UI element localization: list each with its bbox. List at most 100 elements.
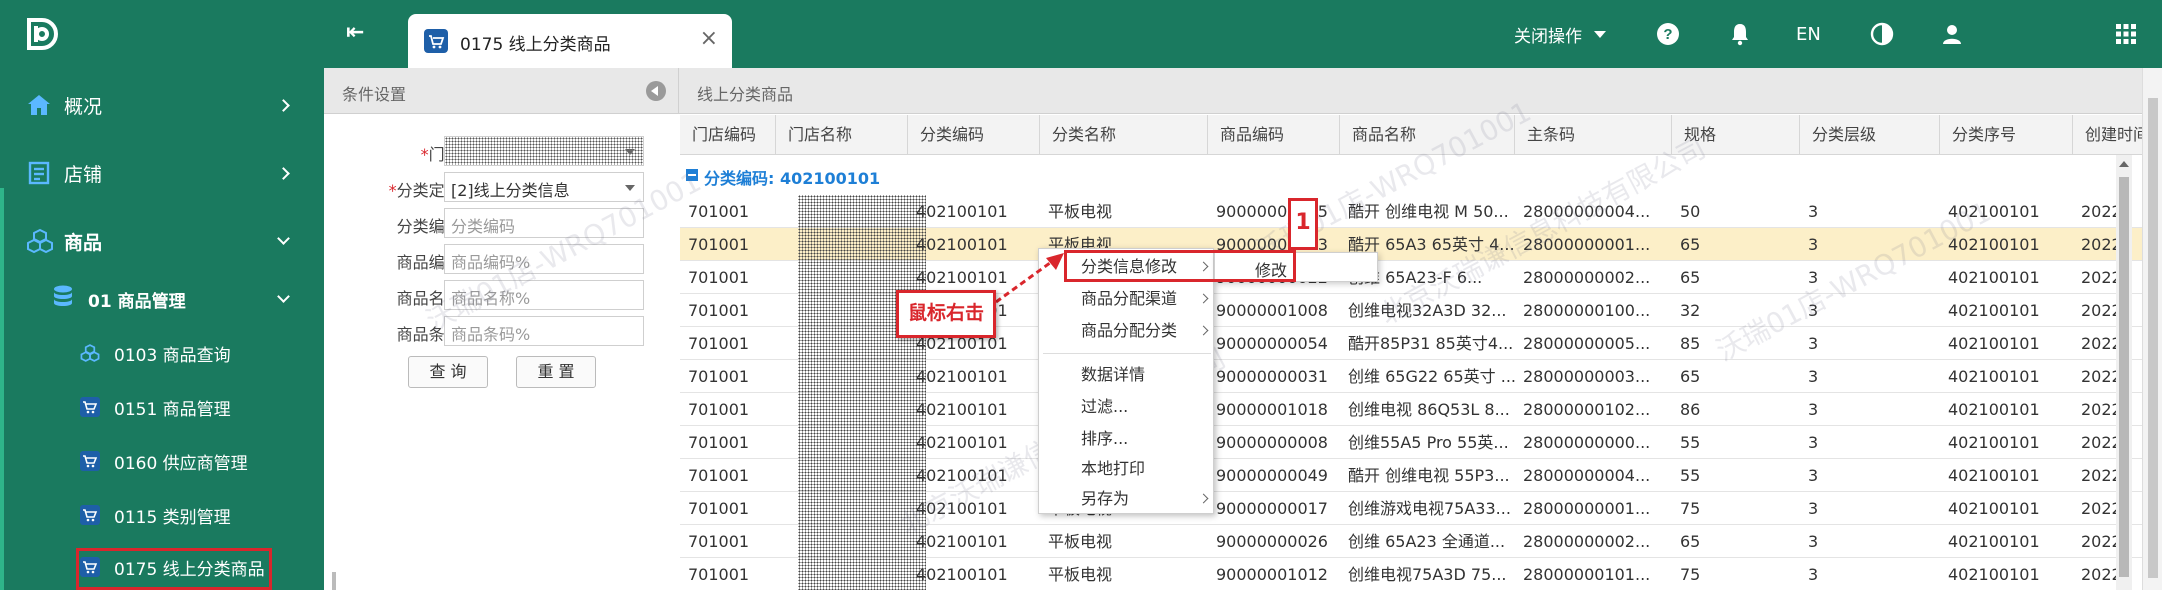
table-cell: 65 bbox=[1680, 268, 1701, 287]
table-row[interactable]: 701001402100101平板电视90000000008创维55A5 Pro… bbox=[680, 426, 2162, 459]
table-cell: 402100101 bbox=[1948, 334, 2040, 353]
column-header[interactable]: 门店编码 bbox=[680, 115, 776, 155]
column-header[interactable]: 分类名称 bbox=[1040, 115, 1208, 155]
table-cell: 701001 bbox=[688, 235, 750, 254]
menu-item-data-details[interactable]: 数据详情 bbox=[1039, 359, 1215, 391]
table-row[interactable]: 701001 402100101 平板电视 90000000013 酷开 65A3 65… bbox=[680, 228, 2162, 261]
table-cell: 28000000102... bbox=[1523, 400, 1651, 419]
sidebar-item-products[interactable]: 商品 bbox=[0, 208, 324, 274]
sidebar-leaf-0115[interactable]: 0115 类别管理 bbox=[0, 488, 324, 542]
help-icon[interactable]: ? bbox=[1656, 22, 1680, 46]
masked-store-name bbox=[798, 558, 926, 590]
table-cell: 28000000005... bbox=[1523, 334, 1651, 353]
tab-online-category[interactable]: 0175 线上分类商品 × bbox=[408, 14, 732, 68]
table-cell: 701001 bbox=[688, 268, 750, 287]
table-cell: 85 bbox=[1680, 334, 1701, 353]
catdef-select[interactable]: [2]线上分类信息 bbox=[444, 172, 644, 202]
theme-icon[interactable] bbox=[1870, 22, 1894, 46]
table-cell: 创维电视75A3D 75... bbox=[1348, 565, 1507, 584]
user-icon[interactable] bbox=[1940, 22, 1964, 46]
column-header[interactable]: 分类序号 bbox=[1940, 115, 2073, 155]
column-header[interactable]: 分类编码 bbox=[908, 115, 1040, 155]
table-cell: 3 bbox=[1808, 235, 1819, 254]
catdef-row: *分类定义: [2]线上分类信息 bbox=[324, 172, 678, 202]
chevron-down-icon bbox=[625, 185, 635, 191]
table-row[interactable]: 701001402100101平板电视90000000031创维 65G22 6… bbox=[680, 360, 2162, 393]
menu-item-filter[interactable]: 过滤... bbox=[1039, 391, 1215, 423]
scroll-up-icon[interactable] bbox=[2119, 161, 2129, 167]
grid-vscrollbar[interactable] bbox=[2116, 155, 2132, 590]
chevron-right-icon bbox=[1198, 293, 1209, 304]
menu-item-label: 商品分配渠道 bbox=[1081, 289, 1178, 308]
column-header[interactable]: 商品编码 bbox=[1208, 115, 1340, 155]
collapse-icon[interactable]: ⇤ bbox=[346, 20, 364, 45]
table-row[interactable]: 701001 402100101 平板电视 90000001012 创维电视75A3D … bbox=[680, 558, 2162, 590]
sidebar-group-product-mgmt[interactable]: 01 商品管理 bbox=[0, 272, 324, 326]
menu-item-save-as[interactable]: 另存为 bbox=[1039, 483, 1215, 515]
column-header[interactable]: 规格 bbox=[1672, 115, 1800, 155]
table-cell: 701001 bbox=[688, 334, 750, 353]
table-row[interactable]: 701001402100101平板电视90000000049酷开 创维电视 55… bbox=[680, 459, 2162, 492]
table-cell: 90000000026 bbox=[1216, 532, 1328, 551]
table-cell: 28000000001... bbox=[1523, 499, 1651, 518]
close-ops-dropdown[interactable]: 关闭操作 bbox=[1514, 0, 1606, 68]
table-cell: 3 bbox=[1808, 499, 1819, 518]
page-scrollbar[interactable] bbox=[2142, 68, 2162, 590]
scroll-thumb[interactable] bbox=[2119, 177, 2129, 577]
column-header[interactable]: 主条码 bbox=[1515, 115, 1672, 155]
table-cell: 创维 65A23 全通道... bbox=[1348, 532, 1506, 551]
group-row[interactable]: 分类编码: 402100101 bbox=[680, 155, 2162, 195]
table-cell: 平板电视 bbox=[1048, 565, 1113, 584]
sidebar-item-store[interactable]: 店铺 bbox=[0, 140, 324, 206]
prodcode-input[interactable]: 商品编码% bbox=[444, 244, 644, 274]
sidebar-leaf-0103[interactable]: 0103 商品查询 bbox=[0, 326, 324, 380]
table-row[interactable]: 701001 402100101 平板电视 90000000035 酷开 创维电视 M … bbox=[680, 195, 2162, 228]
masked-store-name bbox=[798, 492, 926, 525]
store-select[interactable] bbox=[444, 136, 644, 166]
table-cell: 平板电视 bbox=[1048, 202, 1113, 221]
sidebar-leaf-0160[interactable]: 0160 供应商管理 bbox=[0, 434, 324, 488]
table-cell: 3 bbox=[1808, 565, 1819, 584]
logo-icon[interactable] bbox=[24, 16, 60, 52]
scroll-thumb[interactable] bbox=[2148, 98, 2158, 578]
bell-icon[interactable] bbox=[1728, 22, 1752, 46]
table-row[interactable]: 701001402100101平板电视90000001018创维电视 86Q53… bbox=[680, 393, 2162, 426]
menu-item-assign-category[interactable]: 商品分配分类 bbox=[1039, 315, 1215, 347]
menu-item-local-print[interactable]: 本地打印 bbox=[1039, 453, 1215, 485]
column-header[interactable]: 分类层级 bbox=[1800, 115, 1940, 155]
table-row[interactable]: 701001402100101平板电视90000000017创维游戏电视75A3… bbox=[680, 492, 2162, 525]
form-scrollbar[interactable] bbox=[332, 572, 336, 590]
sidebar-leaf-0151[interactable]: 0151 商品管理 bbox=[0, 380, 324, 434]
cubes-icon bbox=[80, 343, 100, 363]
apps-icon[interactable] bbox=[2114, 22, 2138, 46]
table-cell: 创维55A5 Pro 55英... bbox=[1348, 433, 1509, 452]
sidebar-group-label: 01 商品管理 bbox=[88, 291, 186, 312]
menu-item-label: 商品分配分类 bbox=[1081, 321, 1178, 340]
column-header[interactable]: 门店名称 bbox=[776, 115, 908, 155]
reset-button[interactable]: 重 置 bbox=[516, 356, 596, 388]
prodname-row: 商品名称: 商品名称% bbox=[324, 280, 678, 310]
masked-store-name bbox=[798, 426, 926, 459]
query-button[interactable]: 查 询 bbox=[408, 356, 488, 388]
column-header[interactable]: 商品名称 bbox=[1340, 115, 1515, 155]
table-cell: 402100101 bbox=[916, 565, 1008, 584]
prodname-input[interactable]: 商品名称% bbox=[444, 280, 644, 310]
close-icon[interactable]: × bbox=[700, 26, 718, 51]
table-row[interactable]: 701001 402100101 平板电视 90000000026 创维 65A23 全… bbox=[680, 525, 2162, 558]
collapse-left-icon[interactable] bbox=[646, 81, 666, 101]
menu-item-sort[interactable]: 排序... bbox=[1039, 423, 1215, 455]
group-label: 分类编码: 402100101 bbox=[704, 169, 881, 188]
collapse-group-icon[interactable] bbox=[686, 169, 698, 181]
sidebar-item-overview[interactable]: 概况 bbox=[0, 72, 324, 138]
step-number-badge: 1 bbox=[1288, 198, 1318, 250]
table-cell: 平板电视 bbox=[1048, 532, 1113, 551]
barcode-input[interactable]: 商品条码% bbox=[444, 316, 644, 346]
annotation-arrow bbox=[995, 253, 1064, 304]
masked-store-name bbox=[798, 360, 926, 393]
table-cell: 701001 bbox=[688, 532, 750, 551]
chevron-down-icon bbox=[1594, 30, 1606, 38]
table-cell: 402100101 bbox=[916, 202, 1008, 221]
table-cell: 28000000002... bbox=[1523, 268, 1651, 287]
language-switch[interactable]: EN bbox=[1796, 0, 1821, 68]
catcode-input[interactable]: 分类编码 bbox=[444, 208, 644, 238]
